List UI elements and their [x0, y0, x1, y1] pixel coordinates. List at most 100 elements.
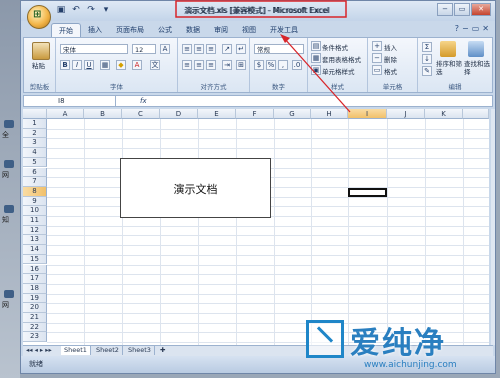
text-box-shape[interactable]: 演示文档	[120, 158, 271, 218]
tab-review[interactable]: 审阅	[207, 23, 235, 37]
row-header[interactable]: 21	[23, 313, 47, 323]
find-select-button[interactable]: 查找和选择	[464, 60, 490, 76]
tab-view[interactable]: 视图	[235, 23, 263, 37]
fill-icon[interactable]: ↓	[422, 54, 432, 64]
borders-icon[interactable]: ▦	[100, 60, 110, 70]
row-header[interactable]: 5	[23, 157, 47, 168]
font-size-select[interactable]: 12	[132, 44, 156, 54]
column-header[interactable]: H	[311, 109, 348, 119]
grow-font-icon[interactable]: A	[160, 44, 170, 54]
sort-filter-button[interactable]: 排序和筛选	[436, 60, 462, 76]
insert-cells-button[interactable]: 插入	[384, 42, 397, 52]
align-bottom-icon[interactable]: ≡	[206, 44, 216, 54]
row-header[interactable]: 18	[23, 283, 47, 294]
row-header[interactable]: 3	[23, 138, 47, 149]
row-header[interactable]: 13	[23, 235, 47, 246]
fill-color-icon[interactable]: ◆	[116, 60, 126, 70]
sheet-tab-sheet3[interactable]: Sheet3	[125, 346, 155, 355]
column-header[interactable]: K	[425, 109, 463, 119]
close-button[interactable]: ✕	[471, 3, 491, 16]
column-header[interactable]: A	[47, 109, 84, 119]
row-header[interactable]: 19	[23, 293, 47, 304]
row-header[interactable]: 6	[23, 167, 47, 178]
italic-button[interactable]: I	[72, 60, 82, 70]
name-box[interactable]: I8	[24, 96, 116, 106]
customize-qat-icon[interactable]: ▾	[100, 4, 112, 16]
wrap-text-icon[interactable]: ↵	[236, 44, 246, 54]
conditional-format-button[interactable]: 条件格式	[322, 42, 348, 52]
redo-icon[interactable]: ↷	[85, 4, 97, 16]
column-header[interactable]: J	[387, 109, 425, 119]
currency-icon[interactable]: $	[254, 60, 264, 70]
indent-icon[interactable]: ⇥	[222, 60, 232, 70]
row-header[interactable]: 2	[23, 128, 47, 139]
column-header[interactable]: C	[122, 109, 160, 119]
column-header[interactable]: E	[198, 109, 236, 119]
sheet-nav-icon[interactable]: ◂◂ ◂ ▸ ▸▸	[23, 346, 55, 355]
align-top-icon[interactable]: ≡	[182, 44, 192, 54]
phonetic-icon[interactable]: 文	[150, 60, 160, 70]
clear-icon[interactable]: ✎	[422, 66, 432, 76]
orientation-icon[interactable]: ↗	[222, 44, 232, 54]
align-middle-icon[interactable]: ≡	[194, 44, 204, 54]
tab-data[interactable]: 数据	[179, 23, 207, 37]
column-header[interactable]: D	[160, 109, 198, 119]
tab-page-layout[interactable]: 页面布局	[109, 23, 151, 37]
row-header[interactable]: 22	[23, 322, 47, 333]
sheet-tab-sheet1[interactable]: Sheet1	[61, 346, 91, 355]
table-format-button[interactable]: 套用表格格式	[322, 54, 361, 64]
format-cells-button[interactable]: 格式	[384, 66, 397, 76]
office-button[interactable]: ⊞	[27, 5, 51, 29]
help-icon[interactable]: ?	[455, 24, 459, 33]
close-workbook-icon[interactable]: ✕	[482, 24, 489, 33]
row-header[interactable]: 20	[23, 303, 47, 313]
increase-decimal-icon[interactable]: .0	[292, 60, 302, 70]
underline-button[interactable]: U	[84, 60, 94, 70]
autosum-icon[interactable]: Σ	[422, 42, 432, 52]
number-format-select[interactable]: 常规	[254, 44, 304, 54]
minimize-button[interactable]: −	[437, 3, 453, 16]
align-right-icon[interactable]: ≡	[206, 60, 216, 70]
active-cell-I8[interactable]	[348, 188, 387, 197]
tab-developer[interactable]: 开发工具	[263, 23, 305, 37]
font-color-icon[interactable]: A	[132, 60, 142, 70]
delete-cells-button[interactable]: 删除	[384, 54, 397, 64]
minimize-workbook-icon[interactable]: −	[462, 24, 469, 33]
paste-icon[interactable]	[32, 42, 50, 60]
column-header[interactable]: B	[84, 109, 122, 119]
find-select-icon[interactable]	[468, 41, 484, 57]
select-all-corner[interactable]	[23, 109, 47, 119]
row-header[interactable]: 23	[23, 332, 47, 343]
align-left-icon[interactable]: ≡	[182, 60, 192, 70]
percent-button[interactable]: %	[266, 60, 276, 70]
comma-style-icon[interactable]: ,	[278, 60, 288, 70]
vertical-scrollbar[interactable]	[491, 109, 495, 345]
tab-home[interactable]: 开始	[51, 23, 81, 38]
row-header[interactable]: 1	[23, 119, 47, 129]
restore-workbook-icon[interactable]: ▭	[472, 24, 480, 33]
worksheet-grid[interactable]: A B C D E F G H I J K 1 2 3 4 5 6 7 8 9 10 11 12 13 1…	[23, 109, 489, 345]
row-header[interactable]: 7	[23, 177, 47, 187]
column-header[interactable]: F	[236, 109, 274, 119]
row-header[interactable]: 14	[23, 245, 47, 255]
maximize-button[interactable]: ▭	[454, 3, 470, 16]
row-header[interactable]: 16	[23, 264, 47, 275]
cell-styles-button[interactable]: 单元格样式	[322, 66, 355, 76]
sheet-tab-sheet2[interactable]: Sheet2	[93, 346, 123, 355]
bold-button[interactable]: B	[60, 60, 70, 70]
tab-insert[interactable]: 插入	[81, 23, 109, 37]
row-header[interactable]: 10	[23, 206, 47, 216]
insert-function-button[interactable]: fx	[140, 96, 147, 106]
row-header[interactable]: 17	[23, 274, 47, 284]
row-header-selected[interactable]: 8	[23, 186, 47, 197]
row-header[interactable]: 15	[23, 254, 47, 265]
font-name-select[interactable]: 宋体	[60, 44, 128, 54]
align-center-icon[interactable]: ≡	[194, 60, 204, 70]
row-header[interactable]: 4	[23, 148, 47, 158]
column-header[interactable]: G	[274, 109, 311, 119]
merge-center-icon[interactable]: ⊞	[236, 60, 246, 70]
insert-sheet-icon[interactable]: ✚	[157, 346, 168, 355]
paste-button[interactable]: 粘贴	[32, 60, 45, 70]
row-header[interactable]: 11	[23, 216, 47, 226]
row-header[interactable]: 12	[23, 225, 47, 236]
